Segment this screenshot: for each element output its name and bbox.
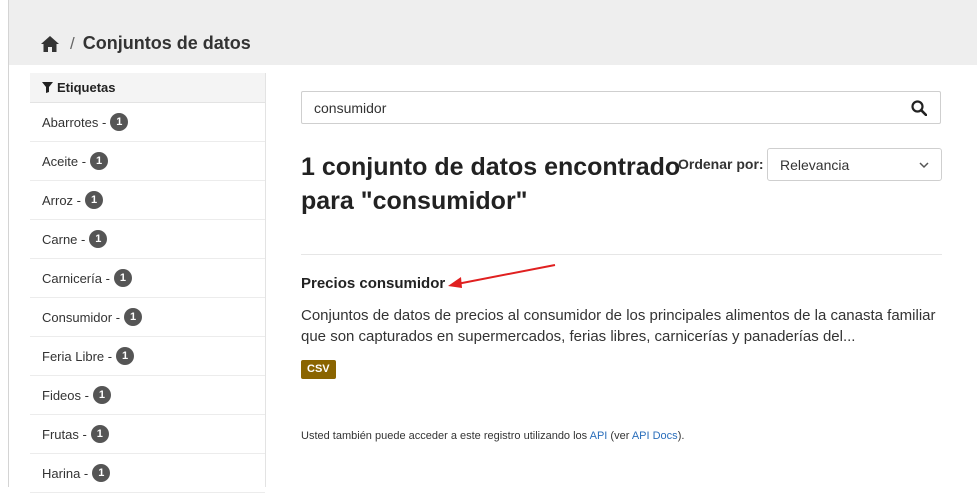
search-icon — [911, 99, 927, 116]
api-note-suffix: ). — [677, 430, 685, 442]
tag-count-badge: 1 — [92, 386, 111, 404]
tag-label: Consumidor - — [42, 309, 121, 325]
api-docs-link[interactable]: API Docs — [632, 430, 678, 442]
tag-count-badge: 1 — [124, 308, 143, 326]
results-title: 1 conjunto de datos encontrado para "con… — [301, 153, 681, 215]
tag-label: Fideos - — [42, 387, 89, 403]
sidebar-tag-item[interactable]: Harina -1 — [30, 454, 265, 493]
sort-select-value: Relevancia — [780, 156, 850, 173]
tag-label: Arroz - — [42, 192, 81, 208]
tag-count-badge: 1 — [89, 230, 108, 248]
search-box — [301, 91, 941, 124]
tag-label: Frutas - — [42, 426, 87, 442]
tag-count-badge: 1 — [110, 113, 129, 131]
search-input[interactable] — [302, 92, 898, 123]
sidebar-tag-item[interactable]: Fideos -1 — [30, 376, 265, 415]
search-button[interactable] — [898, 92, 940, 123]
tag-count-badge: 1 — [85, 191, 103, 209]
chevron-down-icon — [919, 162, 929, 169]
sidebar-tag-item[interactable]: Abarrotes -1 — [30, 103, 265, 142]
sidebar-tag-item[interactable]: Feria Libre -1 — [30, 337, 265, 376]
sidebar-tag-item[interactable]: Consumidor -1 — [30, 298, 265, 337]
sidebar-tag-item[interactable]: Carnicería -1 — [30, 259, 265, 298]
breadcrumb: / Conjuntos de datos — [40, 33, 251, 54]
dataset-title-link[interactable]: Precios consumidor — [301, 275, 445, 292]
tag-list: Abarrotes -1 Aceite -1 Arroz -1 Carne -1 Car… — [30, 103, 265, 493]
api-note-middle: (ver — [610, 430, 630, 442]
tag-count-badge: 1 — [90, 152, 109, 170]
api-note: Usted también puede acceder a este regis… — [301, 430, 684, 442]
api-link[interactable]: API — [590, 430, 608, 442]
annotation-arrow-icon — [448, 264, 556, 288]
sidebar-tag-item[interactable]: Arroz -1 — [30, 181, 265, 220]
filter-icon — [42, 82, 53, 93]
format-badge-csv[interactable]: CSV — [301, 360, 336, 379]
tag-count-badge: 1 — [113, 269, 132, 287]
tag-label: Carnicería - — [42, 270, 110, 286]
home-icon[interactable] — [40, 35, 60, 53]
tag-label: Feria Libre - — [42, 348, 113, 364]
tag-count-badge: 1 — [90, 425, 109, 443]
dataset-description: Conjuntos de datos de precios al consumi… — [301, 307, 936, 345]
sort-label: Ordenar por: — [678, 156, 764, 172]
breadcrumb-separator: / — [70, 33, 75, 53]
sidebar-heading-label: Etiquetas — [57, 80, 116, 95]
sort-select[interactable]: Relevancia — [767, 148, 942, 181]
api-note-prefix: Usted también puede acceder a este regis… — [301, 430, 588, 442]
sidebar-heading: Etiquetas — [30, 73, 265, 103]
tag-count-badge: 1 — [116, 347, 135, 365]
tag-label: Harina - — [42, 465, 89, 481]
tag-label: Carne - — [42, 231, 86, 247]
tag-label: Abarrotes - — [42, 114, 107, 130]
tag-count-badge: 1 — [92, 464, 111, 482]
sidebar-tag-item[interactable]: Carne -1 — [30, 220, 265, 259]
tag-label: Aceite - — [42, 153, 87, 169]
sidebar-tag-item[interactable]: Aceite -1 — [30, 142, 265, 181]
breadcrumb-current[interactable]: Conjuntos de datos — [83, 33, 251, 54]
results-divider — [301, 254, 942, 255]
tags-sidebar: Etiquetas Abarrotes -1 Aceite -1 Arroz -1C… — [30, 73, 266, 493]
sidebar-tag-item[interactable]: Frutas -1 — [30, 415, 265, 454]
